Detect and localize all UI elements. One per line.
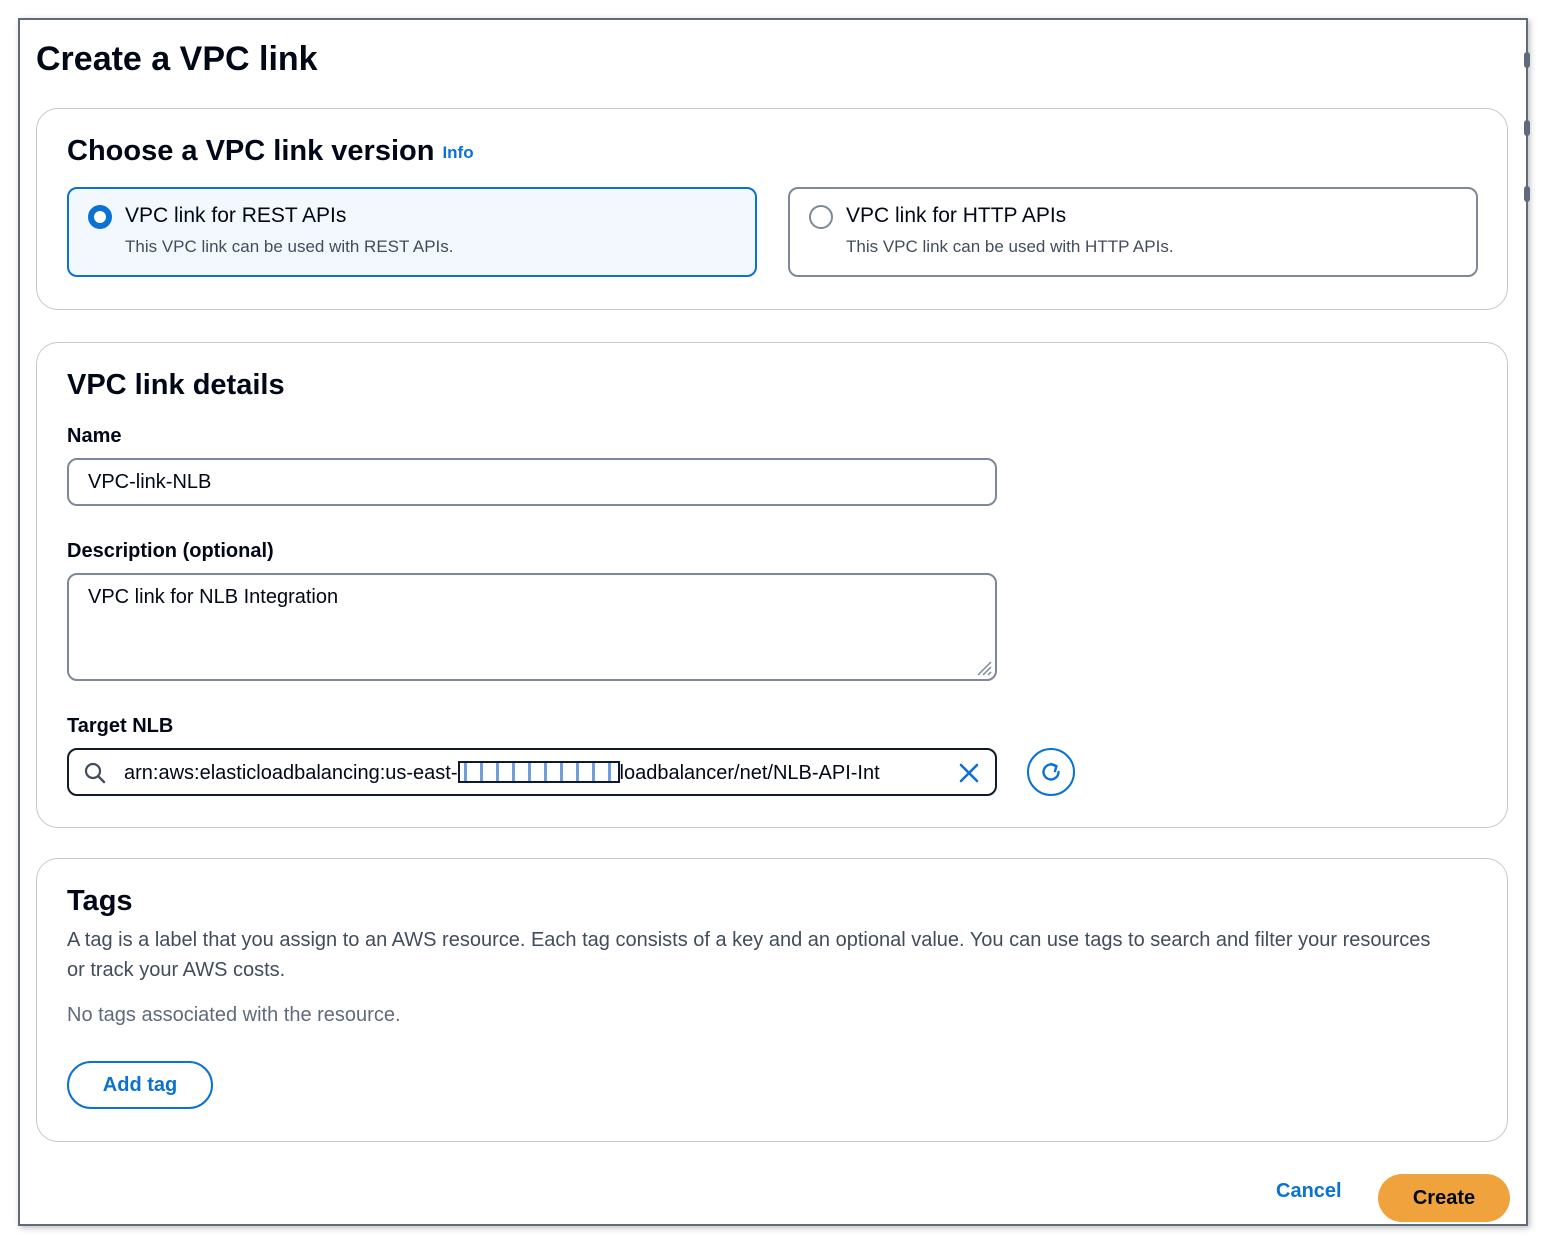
target-nlb-label: Target NLB (67, 715, 174, 737)
info-link[interactable]: Info (442, 143, 473, 162)
vpc-link-version-panel: Choose a VPC link version Info VPC link f… (36, 108, 1508, 310)
cancel-button[interactable]: Cancel (1260, 1172, 1358, 1211)
http-api-option[interactable]: VPC link for HTTP APIs This VPC link can… (788, 187, 1478, 277)
description-textarea-value: VPC link for NLB Integration (88, 586, 339, 608)
page-title: Create a VPC link (36, 40, 318, 78)
radio-unchecked[interactable] (809, 205, 833, 229)
rest-api-option[interactable]: VPC link for REST APIs This VPC link can… (67, 187, 757, 277)
vpc-link-details-panel: VPC link details Name VPC-link-NLB Descr… (36, 342, 1508, 828)
name-input[interactable]: VPC-link-NLB (67, 458, 997, 506)
http-api-option-title: VPC link for HTTP APIs (846, 204, 1067, 227)
name-input-value: VPC-link-NLB (88, 471, 212, 493)
resize-handle-icon[interactable] (974, 658, 992, 676)
close-icon[interactable] (957, 761, 981, 785)
radio-checked[interactable] (88, 205, 112, 229)
rest-api-option-description: This VPC link can be used with REST APIs… (125, 237, 454, 256)
http-api-option-description: This VPC link can be used with HTTP APIs… (846, 237, 1174, 256)
dialog-frame: Create a VPC link Choose a VPC link vers… (18, 18, 1530, 1226)
target-nlb-value: arn:aws:elasticloadbalancing:us-east-loa… (124, 761, 937, 785)
scroll-edge-marker (1524, 120, 1530, 136)
tags-heading: Tags (67, 885, 133, 917)
create-button[interactable]: Create (1378, 1174, 1510, 1222)
add-tag-button[interactable]: Add tag (67, 1061, 213, 1109)
no-tags-message: No tags associated with the resource. (67, 1004, 401, 1026)
scroll-edge-marker (1524, 186, 1530, 202)
description-textarea[interactable]: VPC link for NLB Integration (67, 573, 997, 681)
tags-description: A tag is a label that you assign to an A… (67, 929, 1431, 981)
redacted-account-id (457, 761, 620, 783)
rest-api-option-title: VPC link for REST APIs (125, 204, 347, 227)
target-nlb-value-suffix: loadbalancer/net/NLB-API-Int (619, 762, 880, 784)
target-nlb-value-prefix: arn:aws:elasticloadbalancing:us-east- (124, 762, 458, 784)
refresh-icon (1042, 762, 1060, 781)
target-nlb-input[interactable]: arn:aws:elasticloadbalancing:us-east-loa… (67, 748, 997, 796)
description-label: Description (optional) (67, 540, 274, 562)
name-label: Name (67, 425, 122, 447)
tags-panel: Tags A tag is a label that you assign to… (36, 858, 1508, 1142)
details-heading: VPC link details (67, 369, 285, 401)
refresh-button[interactable] (1027, 748, 1075, 796)
scroll-edge-marker (1524, 52, 1530, 68)
search-icon (84, 762, 106, 784)
version-heading-text: Choose a VPC link version (67, 135, 435, 167)
version-heading: Choose a VPC link version Info (67, 135, 474, 168)
